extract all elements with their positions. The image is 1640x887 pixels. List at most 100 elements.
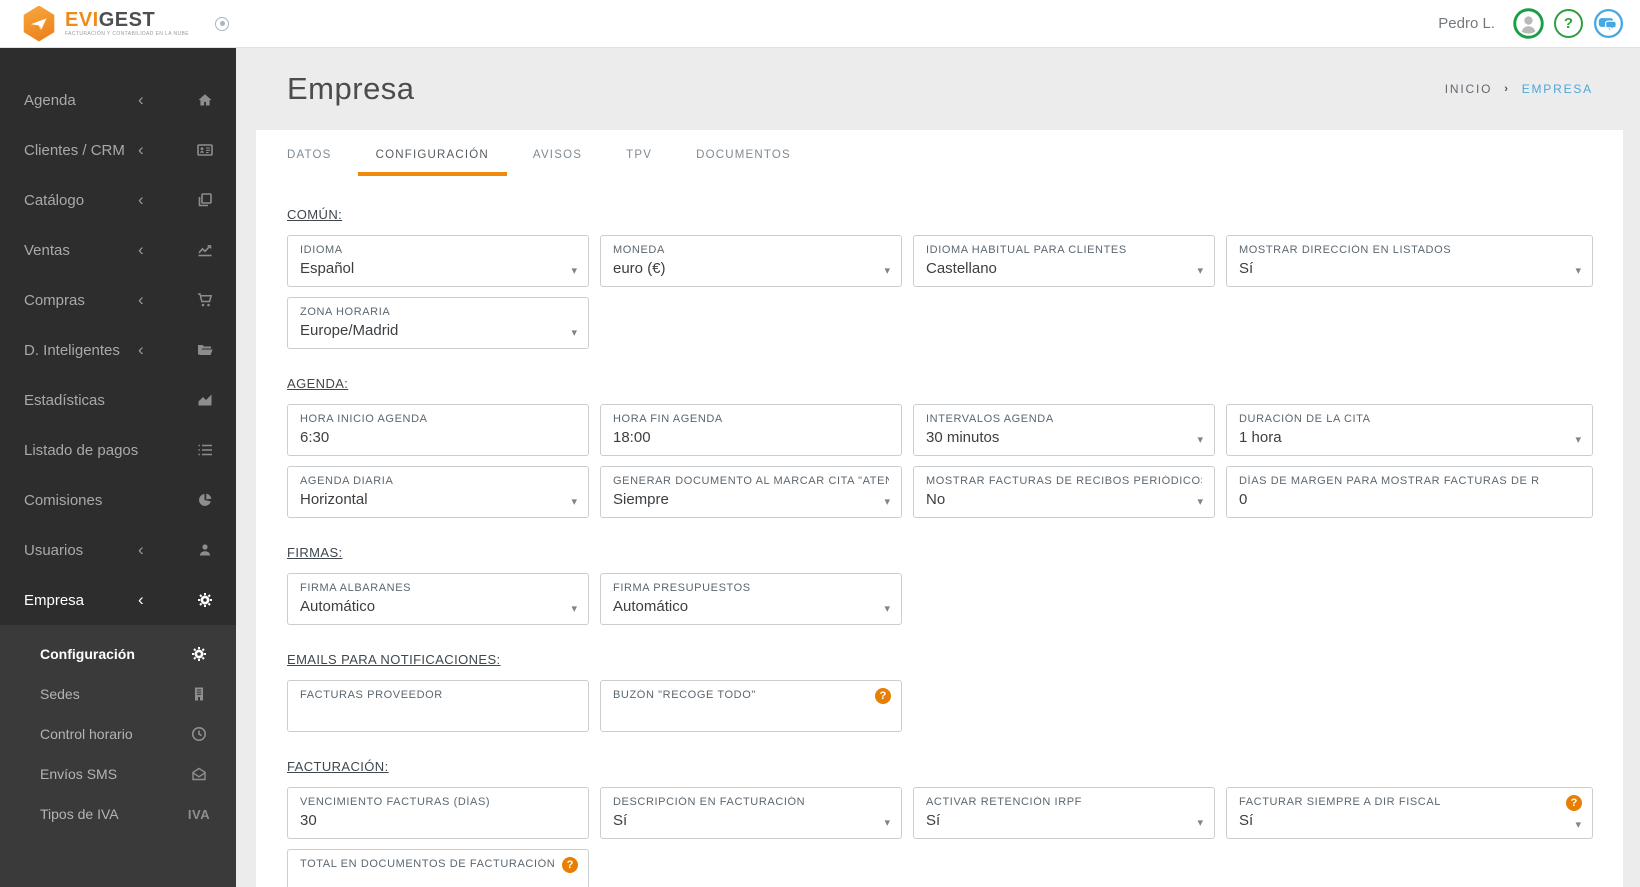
field-agenda-diaria[interactable]: AGENDA DIARIA Horizontal ▾: [287, 466, 589, 518]
chevron-down-icon[interactable]: ▾: [1197, 264, 1203, 277]
chevron-left-icon: ‹: [138, 590, 144, 609]
help-icon[interactable]: ?: [1566, 795, 1582, 811]
section-title-firmas: FIRMAS:: [287, 545, 343, 560]
sidebar-item-compras[interactable]: Compras ‹: [0, 275, 236, 325]
field-duracion-de-la-cita[interactable]: DURACIÓN DE LA CITA 1 hora ▾: [1226, 404, 1593, 456]
home-icon: [196, 91, 214, 109]
help-icon[interactable]: ?: [562, 857, 578, 873]
field-idioma-habitual-para-clientes[interactable]: IDIOMA HABITUAL PARA CLIENTES Castellano…: [913, 235, 1215, 287]
field-mostrar-direccion-en-listados[interactable]: MOSTRAR DIRECCIÓN EN LISTADOS Sí ▾: [1226, 235, 1593, 287]
chevron-down-icon[interactable]: ▾: [1575, 818, 1581, 831]
sidebar-item-agenda[interactable]: Agenda ‹: [0, 75, 236, 125]
chevron-down-icon[interactable]: ▾: [1575, 264, 1581, 277]
sidebar: Agenda ‹ Clientes / CRM ‹ Catálogo ‹ Ven…: [0, 48, 236, 887]
field-zona-horaria[interactable]: ZONA HORARIA Europe/Madrid ▾: [287, 297, 589, 349]
user-icon: [196, 541, 214, 559]
field-generar-documento-cita-atendida[interactable]: GENERAR DOCUMENTO AL MARCAR CITA "ATENDI…: [600, 466, 902, 518]
section-title-emails: EMAILS PARA NOTIFICACIONES:: [287, 652, 501, 667]
chevron-left-icon: ‹: [138, 140, 144, 159]
pie-icon: [196, 491, 214, 509]
field-buzon-recoge-todo[interactable]: BUZÓN "RECOGE TODO" ?: [600, 680, 902, 732]
clock-icon: [184, 726, 214, 742]
avatar[interactable]: [1513, 8, 1544, 39]
sidebar-item-empresa[interactable]: Empresa ‹: [0, 575, 236, 625]
field-firma-albaranes[interactable]: FIRMA ALBARANES Automático ▾: [287, 573, 589, 625]
chevron-down-icon[interactable]: ▾: [1575, 433, 1581, 446]
main-content: Empresa INICIO › EMPRESA DATOS CONFIGURA…: [236, 48, 1640, 887]
field-hora-fin-agenda[interactable]: HORA FIN AGENDA 18:00: [600, 404, 902, 456]
sidebar-item-listado-de-pagos[interactable]: Listado de pagos: [0, 425, 236, 475]
tab-datos[interactable]: DATOS: [287, 149, 332, 161]
stats-icon: [196, 391, 214, 409]
page-title: Empresa: [287, 71, 415, 106]
breadcrumb: INICIO › EMPRESA: [1445, 82, 1593, 96]
gear-icon: [196, 591, 214, 609]
tab-configuracion[interactable]: CONFIGURACIÓN: [357, 149, 508, 176]
paper-plane-logo-icon: [23, 5, 55, 42]
chevron-down-icon[interactable]: ▾: [1197, 816, 1203, 829]
sidebar-item-ventas[interactable]: Ventas ‹: [0, 225, 236, 275]
building-icon: [184, 686, 214, 702]
sidebar-item-usuarios[interactable]: Usuarios ‹: [0, 525, 236, 575]
sidebar-item-clientes-crm[interactable]: Clientes / CRM ‹: [0, 125, 236, 175]
sidebar-item-catalogo[interactable]: Catálogo ‹: [0, 175, 236, 225]
sidebar-item-tipos-de-iva[interactable]: Tipos de IVA IVA: [0, 794, 236, 834]
chevron-down-icon[interactable]: ▾: [571, 326, 577, 339]
field-moneda[interactable]: MONEDA euro (€) ▾: [600, 235, 902, 287]
contacts-icon: [196, 141, 214, 159]
sidebar-item-comisiones[interactable]: Comisiones: [0, 475, 236, 525]
field-mostrar-facturas-recibos-periodicos[interactable]: MOSTRAR FACTURAS DE RECIBOS PERIÓDICOS N…: [913, 466, 1215, 518]
sidebar-item-control-horario[interactable]: Control horario: [0, 714, 236, 754]
section-title-comun: COMÚN:: [287, 207, 343, 222]
field-dias-margen-mostrar-facturas[interactable]: DÍAS DE MARGEN PARA MOSTRAR FACTURAS DE …: [1226, 466, 1593, 518]
sidebar-toggle-icon[interactable]: [215, 16, 229, 31]
sidebar-item-estadisticas[interactable]: Estadísticas: [0, 375, 236, 425]
topbar: EVIGEST FACTURACIÓN Y CONTABILIDAD EN LA…: [0, 0, 1640, 48]
breadcrumb-current[interactable]: EMPRESA: [1522, 82, 1593, 96]
sales-chart-icon: [196, 241, 214, 259]
brand-logo[interactable]: EVIGEST FACTURACIÓN Y CONTABILIDAD EN LA…: [22, 5, 189, 42]
chevron-down-icon[interactable]: ▾: [884, 602, 890, 615]
chat-icon[interactable]: [1593, 8, 1624, 39]
brand-name: EVIGEST: [65, 9, 156, 31]
chevron-down-icon[interactable]: ▾: [884, 816, 890, 829]
breadcrumb-home[interactable]: INICIO: [1445, 82, 1492, 96]
help-icon[interactable]: ?: [1554, 9, 1583, 38]
chevron-down-icon[interactable]: ▾: [571, 495, 577, 508]
catalog-icon: [196, 191, 214, 209]
chevron-down-icon[interactable]: ▾: [571, 264, 577, 277]
folder-icon: [196, 341, 214, 359]
iva-text-icon: IVA: [187, 806, 211, 822]
field-descripcion-en-facturacion[interactable]: DESCRIPCIÓN EN FACTURACIÓN Sí ▾: [600, 787, 902, 839]
chevron-down-icon[interactable]: ▾: [1197, 495, 1203, 508]
tab-tpv[interactable]: TPV: [626, 149, 652, 161]
tab-avisos[interactable]: AVISOS: [533, 149, 582, 161]
field-total-documentos-facturacion[interactable]: TOTAL EN DOCUMENTOS DE FACTURACIÓN ?: [287, 849, 589, 887]
sidebar-item-d-inteligentes[interactable]: D. Inteligentes ‹: [0, 325, 236, 375]
brand-tagline: FACTURACIÓN Y CONTABILIDAD EN LA NUBE: [65, 31, 189, 37]
tab-documentos[interactable]: DOCUMENTOS: [696, 149, 791, 161]
envelope-icon: [184, 766, 214, 782]
content-panel: DATOS CONFIGURACIÓN AVISOS TPV DOCUMENTO…: [256, 130, 1623, 887]
field-facturas-proveedor[interactable]: FACTURAS PROVEEDOR: [287, 680, 589, 732]
chevron-left-icon: ‹: [138, 340, 144, 359]
chevron-down-icon[interactable]: ▾: [884, 264, 890, 277]
field-idioma[interactable]: IDIOMA Español ▾: [287, 235, 589, 287]
sidebar-item-configuracion[interactable]: Configuración: [0, 634, 236, 674]
chevron-down-icon[interactable]: ▾: [1197, 433, 1203, 446]
field-vencimiento-facturas-dias[interactable]: VENCIMIENTO FACTURAS (DÍAS) 30: [287, 787, 589, 839]
sidebar-item-sedes[interactable]: Sedes: [0, 674, 236, 714]
chevron-down-icon[interactable]: ▾: [571, 602, 577, 615]
field-intervalos-agenda[interactable]: INTERVALOS AGENDA 30 minutos ▾: [913, 404, 1215, 456]
field-hora-inicio-agenda[interactable]: HORA INICIO AGENDA 6:30: [287, 404, 589, 456]
sidebar-item-envios-sms[interactable]: Envíos SMS: [0, 754, 236, 794]
field-facturar-siempre-dir-fiscal[interactable]: FACTURAR SIEMPRE A DIR FISCAL Sí ? ▾: [1226, 787, 1593, 839]
user-name[interactable]: Pedro L.: [1438, 15, 1495, 32]
field-firma-presupuestos[interactable]: FIRMA PRESUPUESTOS Automático ▾: [600, 573, 902, 625]
gear-icon: [184, 646, 214, 662]
field-activar-retencion-irpf[interactable]: ACTIVAR RETENCIÓN IRPF Sí ▾: [913, 787, 1215, 839]
section-title-facturacion: FACTURACIÓN:: [287, 759, 389, 774]
chevron-left-icon: ‹: [138, 90, 144, 109]
help-icon[interactable]: ?: [875, 688, 891, 704]
chevron-down-icon[interactable]: ▾: [884, 495, 890, 508]
